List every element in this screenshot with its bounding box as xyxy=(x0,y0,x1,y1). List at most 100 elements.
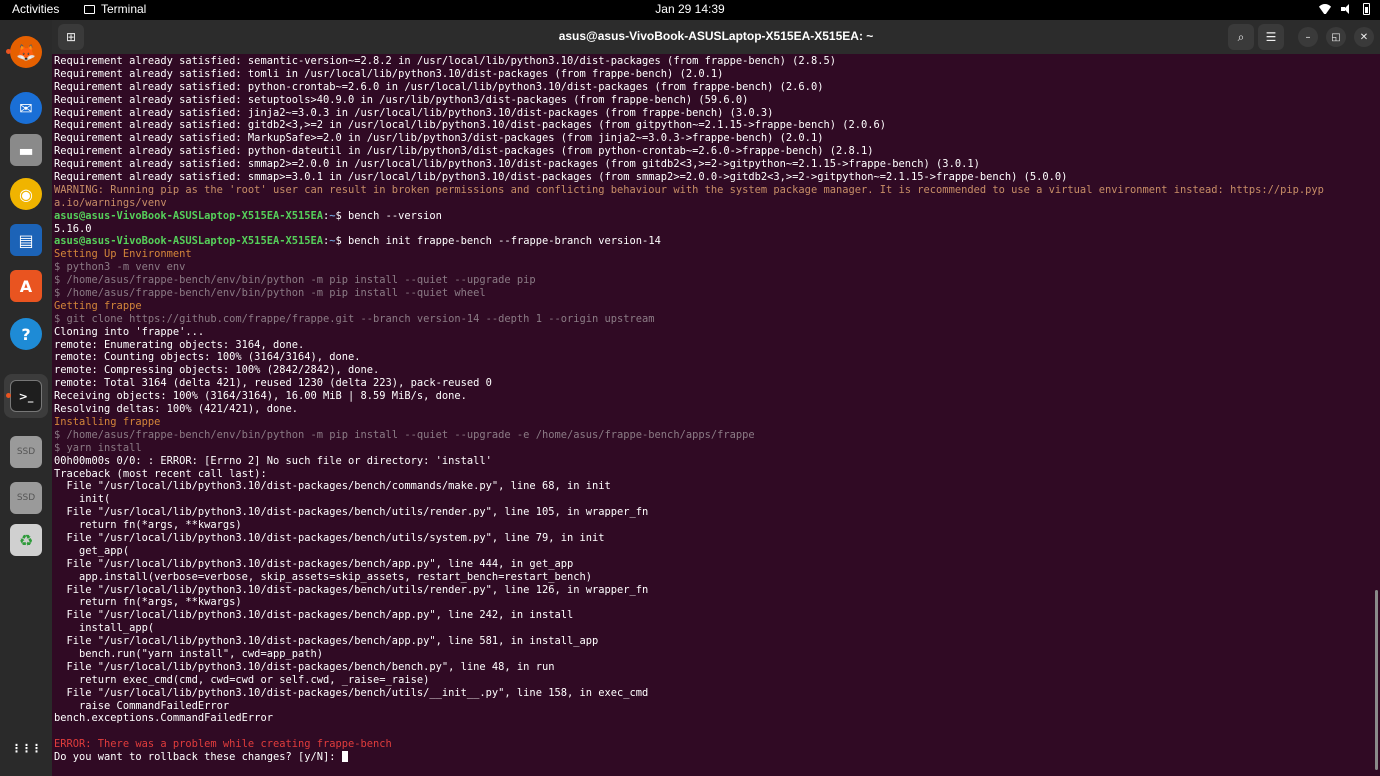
help-icon: ? xyxy=(10,318,42,350)
minimize-icon: – xyxy=(1305,31,1311,43)
thunderbird-icon: ✉ xyxy=(10,92,42,124)
terminal-line: $ /home/asus/frappe-bench/env/bin/python… xyxy=(54,287,486,300)
writer-icon: ▤ xyxy=(10,224,42,256)
battery-icon xyxy=(1363,3,1370,15)
dock-item-show-apps[interactable]: ⋮⋮⋮ xyxy=(4,726,48,770)
terminal-line: File "/usr/local/lib/python3.10/dist-pac… xyxy=(54,531,605,544)
terminal-line: Requirement already satisfied: semantic-… xyxy=(54,55,836,67)
terminal-line: raise CommandFailedError xyxy=(54,699,230,712)
terminal-line: Requirement already satisfied: gitdb2<3,… xyxy=(54,119,887,132)
close-button[interactable]: ✕ xyxy=(1354,27,1374,47)
terminal-line: $ git clone https://github.com/frappe/fr… xyxy=(54,312,655,325)
terminal-line: Requirement already satisfied: setuptool… xyxy=(54,93,749,106)
terminal-line: File "/usr/local/lib/python3.10/dist-pac… xyxy=(54,635,599,648)
terminal-line: Setting Up Environment xyxy=(54,248,192,261)
dock-item-files[interactable]: ▬ xyxy=(4,128,48,172)
trash-icon: ♻ xyxy=(10,524,42,556)
terminal-output[interactable]: Requirement already satisfied: semantic-… xyxy=(52,54,1380,776)
terminal-line: File "/usr/local/lib/python3.10/dist-pac… xyxy=(54,609,574,622)
terminal-line: $ /home/asus/frappe-bench/env/bin/python… xyxy=(54,274,536,287)
terminal-line: bench.exceptions.CommandFailedError xyxy=(54,712,273,725)
dock-item-ssd-drive-1[interactable]: SSD xyxy=(4,430,48,474)
terminal-header-bar: ⊞ asus@asus-VivoBook-ASUSLaptop-X515EA-X… xyxy=(52,20,1380,54)
dock-item-libreoffice-writer[interactable]: ▤ xyxy=(4,218,48,262)
system-tray[interactable] xyxy=(1319,3,1370,15)
files-icon: ▬ xyxy=(10,134,42,166)
app-menu-label: Terminal xyxy=(101,2,147,16)
dock-item-trash[interactable]: ♻ xyxy=(4,518,48,562)
close-icon: ✕ xyxy=(1359,31,1369,43)
terminal-line: File "/usr/local/lib/python3.10/dist-pac… xyxy=(54,480,611,493)
prompt-user: asus@asus-VivoBook-ASUSLaptop-X515EA-X51… xyxy=(54,235,323,248)
terminal-line: remote: Enumerating objects: 3164, done. xyxy=(54,338,305,351)
terminal-line: init( xyxy=(54,493,111,506)
terminal-line: 00h00m00s 0/0: : ERROR: [Errno 2] No suc… xyxy=(54,454,492,467)
terminal-line: Resolving deltas: 100% (421/421), done. xyxy=(54,403,298,416)
terminal-line: $ yarn install xyxy=(54,441,142,454)
text-cursor xyxy=(341,751,348,763)
dock-item-thunderbird[interactable]: ✉ xyxy=(4,86,48,130)
terminal-line: $ python3 -m venv env xyxy=(54,261,186,274)
volume-icon xyxy=(1341,4,1353,14)
terminal-line: asus@asus-VivoBook-ASUSLaptop-X515EA-X51… xyxy=(54,235,661,248)
terminal-line: Traceback (most recent call last): xyxy=(54,467,267,480)
dock: 🦊 ✉ ▬ ◉ ▤ A? >_ SSD SSD ♻ ⋮⋮⋮ xyxy=(0,20,52,776)
dock-item-software[interactable]: A xyxy=(4,264,48,308)
terminal-scrollbar[interactable] xyxy=(1375,590,1378,770)
hamburger-menu-icon: ☰ xyxy=(1265,30,1277,44)
dock-item-firefox[interactable]: 🦊 xyxy=(4,30,48,74)
running-indicator xyxy=(6,393,11,398)
terminal-line: WARNING: Running pip as the 'root' user … xyxy=(54,183,1324,196)
dock-item-help[interactable]: ? xyxy=(4,312,48,356)
terminal-line: Installing frappe xyxy=(54,415,161,428)
terminal-app-icon xyxy=(84,4,95,14)
terminal-line: bench.run("yarn install", cwd=app_path) xyxy=(54,647,323,660)
terminal-line: ERROR: There was a problem while creatin… xyxy=(54,738,392,751)
clock[interactable]: Jan 29 14:39 xyxy=(655,2,724,16)
minimize-button[interactable]: – xyxy=(1298,27,1318,47)
terminal-line: remote: Total 3164 (delta 421), reused 1… xyxy=(54,377,492,390)
new-tab-button[interactable]: ⊞ xyxy=(58,24,84,50)
grid-icon: ⋮⋮⋮ xyxy=(11,741,42,755)
terminal-line: app.install(verbose=verbose, skip_assets… xyxy=(54,570,592,583)
terminal-line: a.io/warnings/venv xyxy=(54,196,167,209)
drive-icon: SSD xyxy=(10,482,42,514)
terminal-line: Requirement already satisfied: MarkupSaf… xyxy=(54,132,824,145)
terminal-line: Requirement already satisfied: smmap>=3.… xyxy=(54,171,1068,184)
terminal-line: 5.16.0 xyxy=(54,222,92,235)
terminal-line: Requirement already satisfied: tomli in … xyxy=(54,67,724,80)
terminal-line: remote: Compressing objects: 100% (2842/… xyxy=(54,364,380,377)
terminal-line: Cloning into 'frappe'... xyxy=(54,325,205,338)
terminal-line: remote: Counting objects: 100% (3164/316… xyxy=(54,351,361,364)
running-indicator xyxy=(6,49,11,54)
terminal-line: asus@asus-VivoBook-ASUSLaptop-X515EA-X51… xyxy=(54,209,442,222)
terminal-line: Requirement already satisfied: python-cr… xyxy=(54,80,824,93)
terminal-line: Requirement already satisfied: jinja2~=3… xyxy=(54,106,774,119)
terminal-line: return exec_cmd(cmd, cwd=cwd or self.cwd… xyxy=(54,673,430,686)
terminal-icon: >_ xyxy=(10,380,42,412)
software-icon: A xyxy=(10,270,42,302)
activities-button[interactable]: Activities xyxy=(12,2,59,16)
dock-item-rhythmbox[interactable]: ◉ xyxy=(4,172,48,216)
terminal-line: File "/usr/local/lib/python3.10/dist-pac… xyxy=(54,583,649,596)
wifi-icon xyxy=(1319,4,1331,14)
terminal-line: File "/usr/local/lib/python3.10/dist-pac… xyxy=(54,660,555,673)
terminal-line: Requirement already satisfied: python-da… xyxy=(54,145,874,158)
search-button[interactable]: ⌕ xyxy=(1228,24,1254,50)
terminal-line: $ /home/asus/frappe-bench/env/bin/python… xyxy=(54,428,755,441)
terminal-line: File "/usr/local/lib/python3.10/dist-pac… xyxy=(54,686,649,699)
terminal-line: return fn(*args, **kwargs) xyxy=(54,519,242,532)
window-title: asus@asus-VivoBook-ASUSLaptop-X515EA-X51… xyxy=(558,29,874,43)
firefox-icon: 🦊 xyxy=(10,36,42,68)
maximize-button[interactable]: ◱ xyxy=(1326,27,1346,47)
dock-item-terminal[interactable]: >_ xyxy=(4,374,48,418)
terminal-line: Do you want to rollback these changes? [… xyxy=(54,751,1380,764)
menu-button[interactable]: ☰ xyxy=(1258,24,1284,50)
terminal-line: File "/usr/local/lib/python3.10/dist-pac… xyxy=(54,557,574,570)
app-menu[interactable]: Terminal xyxy=(84,2,146,16)
terminal-line: return fn(*args, **kwargs) xyxy=(54,596,242,609)
dock-item-ssd-drive-2[interactable]: SSD xyxy=(4,476,48,520)
rhythmbox-icon: ◉ xyxy=(10,178,42,210)
new-tab-icon: ⊞ xyxy=(65,30,77,44)
terminal-line: File "/usr/local/lib/python3.10/dist-pac… xyxy=(54,506,649,519)
